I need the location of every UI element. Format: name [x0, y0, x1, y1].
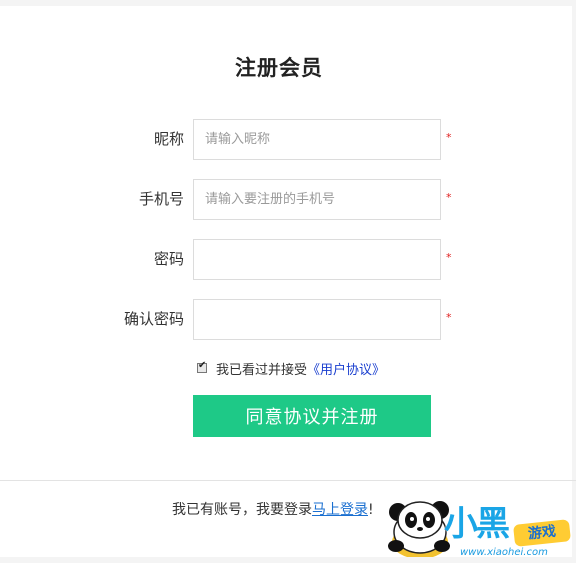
login-prompt-text: 我已有账号，我要登录 [172, 502, 312, 518]
required-mark: * [446, 311, 452, 324]
agreement-checkbox[interactable]: ✔ [197, 360, 207, 373]
right-border [572, 0, 576, 563]
site-watermark: 小黑 游戏 www.xiaohei.com [382, 494, 576, 560]
required-mark: * [446, 191, 452, 204]
login-prompt: 我已有账号，我要登录马上登录! [172, 499, 374, 519]
confirm-password-row: 确认密码 * [0, 299, 576, 340]
nickname-input[interactable] [193, 119, 441, 160]
agreement-text: 我已看过并接受 [216, 362, 308, 378]
required-mark: * [446, 131, 452, 144]
login-prompt-suffix: ! [368, 502, 374, 518]
login-now-link[interactable]: 马上登录 [312, 502, 368, 518]
user-agreement-link[interactable]: 《用户协议》 [307, 359, 385, 378]
nickname-label: 昵称 [153, 130, 184, 148]
checkmark-icon: ✔ [198, 360, 207, 371]
phone-label: 手机号 [138, 190, 184, 208]
password-label: 密码 [153, 250, 184, 268]
agreement-row: ✔ 我已看过并接受 《用户协议》 [197, 359, 385, 378]
confirm-password-input[interactable] [193, 299, 441, 340]
password-row: 密码 * [0, 239, 576, 280]
bottom-border [0, 557, 576, 563]
register-page: 注册会员 昵称 * 手机号 * 密码 * 确认密码 * ✔ 我已看过并接受《用户… [0, 0, 576, 563]
page-title: 注册会员 [235, 56, 323, 80]
phone-row: 手机号 * [0, 179, 576, 220]
required-mark: * [446, 251, 452, 264]
agree-and-register-button[interactable]: 同意协议并注册 [193, 395, 431, 437]
nickname-row: 昵称 * [0, 119, 576, 160]
divider [0, 480, 576, 481]
password-input[interactable] [193, 239, 441, 280]
confirm-password-label: 确认密码 [123, 310, 184, 328]
top-border [0, 0, 576, 6]
watermark-brand: 小黑 [444, 504, 510, 544]
phone-input[interactable] [193, 179, 441, 220]
watermark-badge: 游戏 [513, 519, 571, 547]
